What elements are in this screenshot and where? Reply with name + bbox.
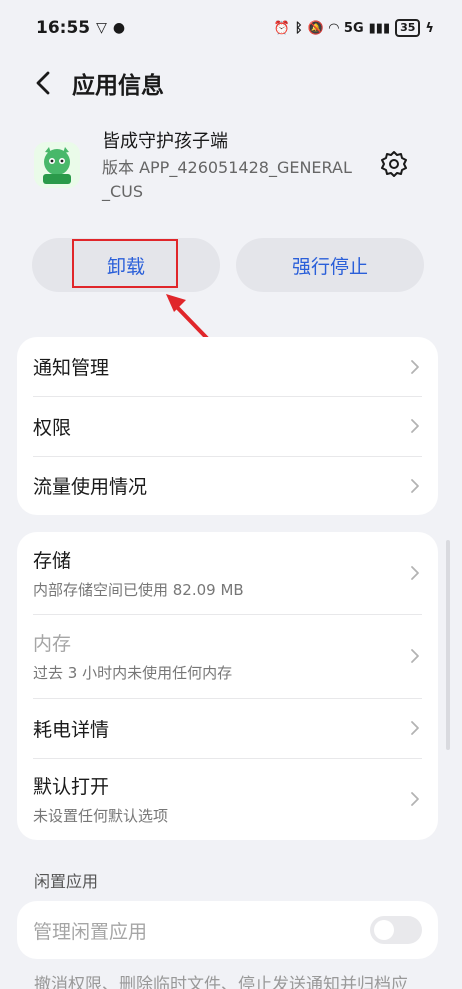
gear-icon[interactable] bbox=[380, 150, 408, 178]
idle-apps-description: 撤消权限、删除临时文件、停止发送通知并归档应 bbox=[34, 975, 408, 989]
row-title: 内存 bbox=[33, 633, 72, 655]
app-icon bbox=[34, 142, 80, 188]
scrollbar[interactable] bbox=[446, 540, 450, 750]
toggle-knob bbox=[374, 920, 394, 940]
wifi-icon: ◠ bbox=[328, 20, 339, 36]
notification-management-item[interactable]: 通知管理 bbox=[17, 337, 438, 396]
memory-item[interactable]: 内存 过去 3 小时内未使用任何内存 bbox=[17, 614, 438, 698]
chevron-right-icon bbox=[411, 792, 419, 806]
battery-details-item[interactable]: 耗电详情 bbox=[17, 698, 438, 758]
action-buttons: 卸载 强行停止 bbox=[32, 238, 424, 292]
force-stop-button[interactable]: 强行停止 bbox=[236, 238, 424, 292]
vpn-icon: ▽ bbox=[96, 20, 107, 36]
status-time: 16:55 bbox=[36, 18, 91, 38]
row-subtitle: 过去 3 小时内未使用任何内存 bbox=[33, 664, 233, 682]
header: 应用信息 bbox=[0, 60, 462, 106]
status-bar: 16:55 ▽ ● ⏰ ᛒ 🔕 ◠ 5G ▮▮▮ 35 ϟ bbox=[0, 0, 462, 56]
bluetooth-icon: ᛒ bbox=[294, 20, 303, 36]
row-title: 默认打开 bbox=[33, 776, 110, 798]
app-summary: 皆成守护孩子端 版本 APP_426051428_GENERAL_CUS bbox=[34, 128, 428, 208]
battery-level: 35 bbox=[400, 21, 416, 34]
open-by-default-item[interactable]: 默认打开 未设置任何默认选项 bbox=[17, 758, 438, 840]
manage-idle-apps-item: 管理闲置应用 bbox=[17, 901, 438, 959]
idle-apps-toggle[interactable] bbox=[370, 916, 422, 944]
row-subtitle: 未设置任何默认选项 bbox=[33, 807, 169, 825]
settings-card-2: 存储 内部存储空间已使用 82.09 MB 内存 过去 3 小时内未使用任何内存… bbox=[17, 532, 438, 840]
alarm-icon: ⏰ bbox=[273, 20, 290, 36]
network-label: 5G bbox=[343, 20, 364, 36]
row-title: 通知管理 bbox=[33, 357, 110, 379]
signal-icon: ▮▮▮ bbox=[368, 20, 391, 36]
data-usage-item[interactable]: 流量使用情况 bbox=[17, 456, 438, 515]
uninstall-button[interactable]: 卸载 bbox=[32, 238, 220, 292]
settings-card-1: 通知管理 权限 流量使用情况 bbox=[17, 337, 438, 515]
battery-icon: 35 bbox=[395, 19, 421, 37]
back-arrow-icon[interactable] bbox=[36, 69, 58, 97]
row-title: 耗电详情 bbox=[33, 718, 110, 741]
idle-apps-card: 管理闲置应用 bbox=[17, 901, 438, 959]
chevron-right-icon bbox=[411, 359, 419, 374]
chevron-right-icon bbox=[411, 721, 419, 735]
chevron-right-icon bbox=[411, 478, 419, 493]
chevron-right-icon bbox=[411, 566, 419, 580]
app-name: 皆成守护孩子端 bbox=[102, 131, 228, 152]
charging-icon: ϟ bbox=[425, 20, 434, 36]
chevron-right-icon bbox=[411, 649, 419, 663]
row-title: 流量使用情况 bbox=[33, 476, 148, 498]
page-title: 应用信息 bbox=[72, 73, 164, 99]
permissions-item[interactable]: 权限 bbox=[17, 396, 438, 456]
row-title: 存储 bbox=[33, 550, 72, 572]
chevron-right-icon bbox=[411, 419, 419, 433]
app-version: 版本 APP_426051428_GENERAL_CUS bbox=[102, 158, 352, 201]
row-subtitle: 内部存储空间已使用 82.09 MB bbox=[33, 581, 244, 599]
section-label-idle-apps: 闲置应用 bbox=[34, 872, 99, 891]
row-title: 管理闲置应用 bbox=[33, 920, 148, 943]
wechat-icon: ● bbox=[112, 20, 126, 36]
mute-icon: 🔕 bbox=[307, 20, 324, 36]
row-title: 权限 bbox=[33, 416, 72, 439]
storage-item[interactable]: 存储 内部存储空间已使用 82.09 MB bbox=[17, 532, 438, 614]
